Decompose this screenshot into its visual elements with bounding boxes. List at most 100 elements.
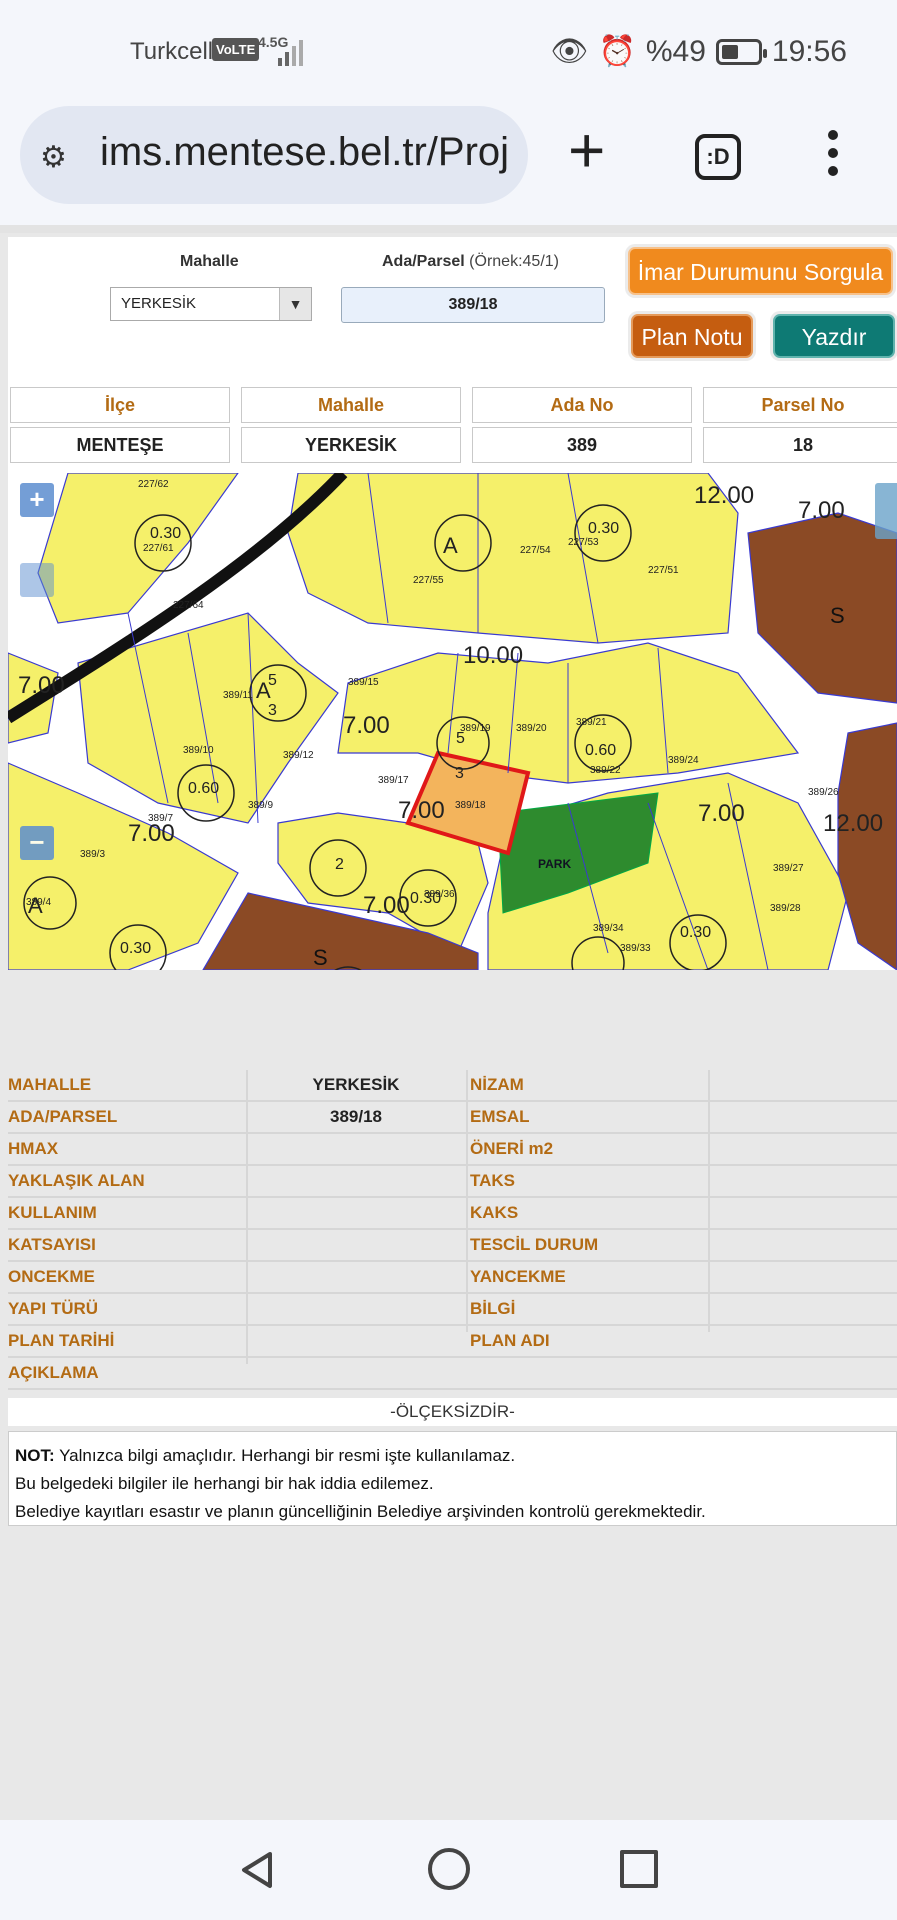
detail-key: KULLANIM: [8, 1203, 97, 1222]
note-text: Yalnızca bilgi amaçlıdır. Herhangi bir r…: [54, 1446, 516, 1465]
detail-value: [712, 1166, 892, 1198]
value-mahalle: YERKESİK: [241, 427, 461, 463]
parcel-label: 227/64: [173, 600, 204, 611]
parcel-label: 227/61: [143, 543, 174, 554]
detail-row: ONCEKME YANCEKME: [8, 1262, 897, 1294]
print-button[interactable]: Yazdır: [773, 314, 895, 358]
detail-row: MAHALLE YERKESİK NİZAM: [8, 1070, 897, 1102]
mahalle-label: Mahalle: [180, 253, 239, 270]
detail-value: [712, 1134, 892, 1166]
circle-value: 3: [268, 702, 277, 719]
note-prefix: NOT:: [15, 1446, 55, 1465]
note-line: Bu belgedeki bilgiler ile herhangi bir h…: [15, 1474, 434, 1493]
detail-key: PLAN ADI: [470, 1331, 550, 1350]
detail-value: [248, 1230, 464, 1262]
parcel-label: 227/53: [568, 537, 599, 548]
road-label: 7.00: [698, 800, 745, 827]
zoom-in-button[interactable]: +: [20, 483, 54, 517]
map-canvas[interactable]: PARK 7.00 10.00 12.00 7.00 7.00 7.00 12.…: [8, 473, 897, 970]
mahalle-select-value: YERKESİK: [121, 295, 197, 312]
detail-value: [248, 1262, 464, 1294]
parcel-label: 389/20: [516, 723, 547, 734]
detail-row: HMAX ÖNERİ m2: [8, 1134, 897, 1166]
detail-key: TAKS: [470, 1171, 516, 1190]
chevron-down-icon[interactable]: ▼: [279, 288, 311, 320]
parcel-label: 389/18: [455, 800, 486, 811]
detail-value: [712, 1262, 892, 1294]
detail-key: KATSAYISI: [8, 1235, 96, 1254]
alarm-icon: ⏰: [598, 35, 636, 68]
parcel-label: 389/7: [148, 813, 173, 824]
recents-icon[interactable]: [620, 1850, 658, 1888]
circle-value: 0.30: [150, 525, 181, 542]
detail-value: [248, 1294, 464, 1326]
circle-value: 0.60: [585, 742, 616, 759]
layer-switcher-icon[interactable]: [875, 483, 897, 539]
detail-row: YAKLAŞIK ALAN TAKS: [8, 1166, 897, 1198]
parcel-label: 227/51: [648, 565, 679, 576]
parcel-label: 389/24: [668, 755, 699, 766]
detail-value: [712, 1198, 892, 1230]
url-text[interactable]: ims.mentese.bel.tr/Proj: [100, 130, 520, 175]
parcel-label: 389/3: [80, 849, 105, 860]
circle-value: 3: [455, 765, 464, 782]
zoom-out-button[interactable]: −: [20, 826, 54, 860]
detail-row: KULLANIM KAKS: [8, 1198, 897, 1230]
detail-key: BİLGİ: [470, 1299, 516, 1318]
detail-key: YAKLAŞIK ALAN: [8, 1171, 145, 1190]
query-zoning-button[interactable]: İmar Durumunu Sorgula: [628, 247, 893, 295]
site-settings-icon[interactable]: ⚙: [40, 140, 67, 175]
parcel-label: 389/22: [590, 765, 621, 776]
battery-percent: %49: [645, 34, 706, 68]
browser-toolbar: ⚙ ims.mentese.bel.tr/Proj + :D: [0, 100, 897, 225]
mahalle-select[interactable]: YERKESİK ▼: [110, 287, 312, 321]
detail-row: PLAN TARİHİ PLAN ADI: [8, 1326, 897, 1358]
zone-code: A: [256, 678, 271, 703]
ada-parsel-label-text: Ada/Parsel: [382, 253, 465, 270]
header-parsel-no: Parsel No: [703, 387, 897, 423]
plan-note-button[interactable]: Plan Notu: [631, 314, 753, 358]
signal-icon: [278, 38, 312, 66]
header-ada-no: Ada No: [472, 387, 692, 423]
detail-value: [248, 1358, 888, 1390]
disclaimer-notes: NOT: Yalnızca bilgi amaçlıdır. Herhangi …: [8, 1431, 897, 1526]
home-icon[interactable]: [428, 1848, 470, 1890]
detail-key: ÖNERİ m2: [470, 1139, 554, 1158]
road-label: 12.00: [823, 810, 883, 837]
detail-key: EMSAL: [470, 1107, 530, 1126]
carrier-name: Turkcell: [130, 38, 214, 65]
circle-value: 0.30: [410, 890, 441, 907]
detail-key: ONCEKME: [8, 1267, 95, 1286]
zone-code: A: [443, 533, 458, 558]
parcel-label: 389/12: [283, 750, 314, 761]
circle-value: 2: [335, 856, 344, 873]
pan-button[interactable]: [20, 563, 54, 597]
status-bar: Turkcell VoLTE 4.5G 👁 ⏰ %49 19:56: [0, 0, 897, 100]
overflow-menu-icon[interactable]: [828, 130, 844, 184]
page-content: Mahalle YERKESİK ▼ Ada/Parsel (Örnek:45/…: [0, 225, 897, 1820]
address-bar[interactable]: ⚙ ims.mentese.bel.tr/Proj: [20, 106, 528, 204]
detail-value: [248, 1134, 464, 1166]
header-mahalle: Mahalle: [241, 387, 461, 423]
road-label: 7.00: [343, 712, 390, 739]
detail-key: HMAX: [8, 1139, 59, 1158]
tab-switcher-button[interactable]: :D: [695, 134, 741, 180]
road-label: 7.00: [18, 672, 65, 699]
detail-row: ADA/PARSEL 389/18 EMSAL: [8, 1102, 897, 1134]
circle-value: 0.30: [120, 940, 151, 957]
query-form: Mahalle YERKESİK ▼ Ada/Parsel (Örnek:45/…: [8, 237, 897, 385]
detail-row: KATSAYISI TESCİL DURUM: [8, 1230, 897, 1262]
back-icon[interactable]: [238, 1850, 278, 1890]
parcel-label: 389/28: [770, 903, 801, 914]
ada-parsel-input[interactable]: 389/18: [341, 287, 605, 323]
parcel-label: 227/55: [413, 575, 444, 586]
battery-icon: [715, 38, 767, 65]
detail-value: [712, 1326, 892, 1358]
new-tab-icon[interactable]: +: [568, 118, 605, 182]
circle-value: 0.30: [680, 924, 711, 941]
detail-value: YERKESİK: [312, 1075, 400, 1094]
zoning-map[interactable]: PARK 7.00 10.00 12.00 7.00 7.00 7.00 12.…: [8, 473, 897, 970]
park-label: PARK: [538, 857, 571, 871]
detail-value: [712, 1070, 892, 1102]
parcel-label: 389/33: [620, 943, 651, 954]
